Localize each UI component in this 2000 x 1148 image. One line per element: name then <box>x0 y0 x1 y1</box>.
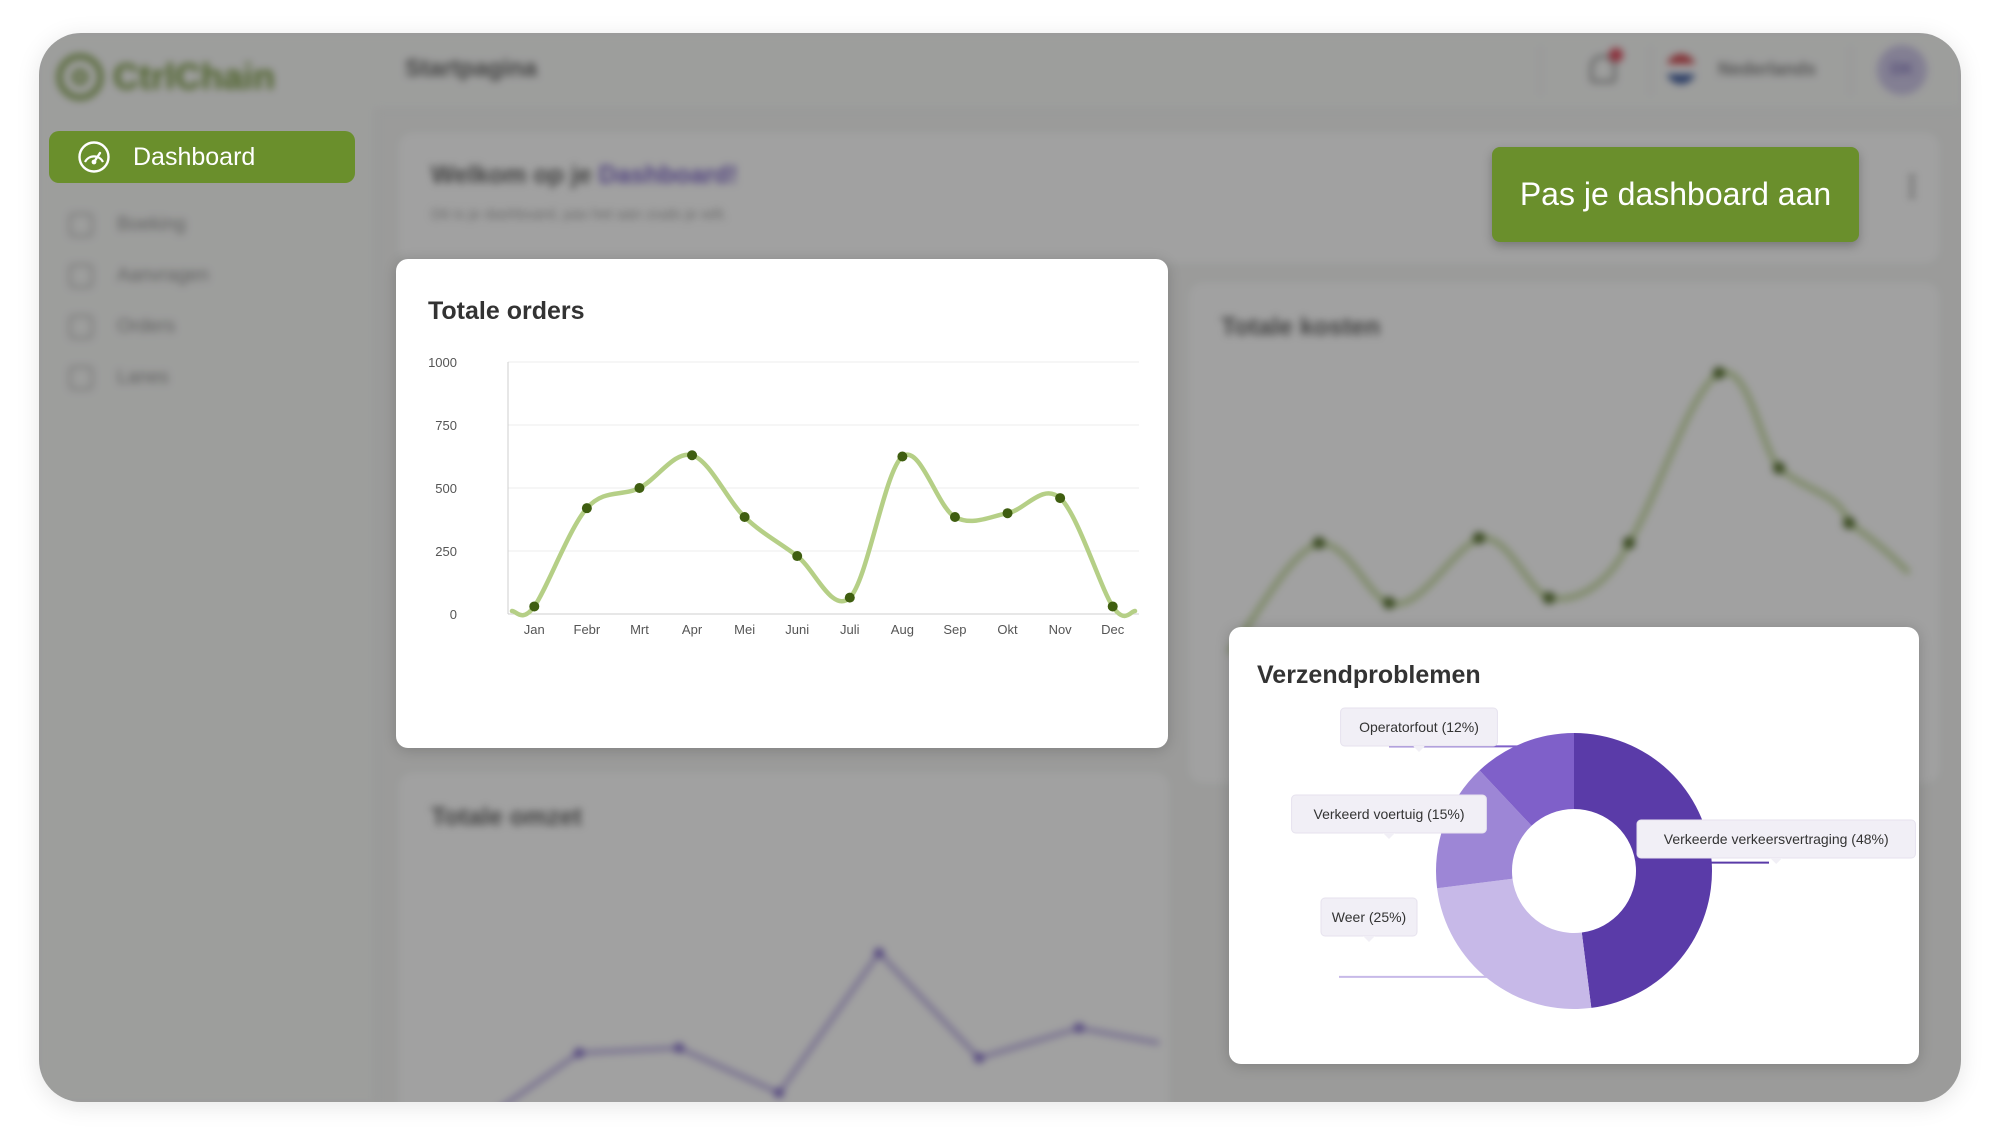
sidebar-item-label: Dashboard <box>133 142 256 171</box>
orders-card[interactable]: Totale orders 0 250 500 750 1000 Jan Febr Mrt Ap… <box>396 259 1168 748</box>
y-tick-label: 750 <box>435 418 457 433</box>
speedometer-icon <box>78 141 110 173</box>
slice-label: Verkeerde verkeersvertraging (48%) <box>1664 831 1889 847</box>
data-point <box>529 601 540 612</box>
data-point <box>897 451 908 462</box>
data-point <box>634 483 645 493</box>
donut-slice <box>1574 733 1713 1008</box>
data-point <box>844 592 855 603</box>
data-point <box>581 503 592 514</box>
y-tick-label: 0 <box>450 607 457 622</box>
x-tick-label: Juni <box>785 622 809 637</box>
shipping-problems-donut-chart: Verkeerde verkeersvertraging (48%) Weer (… <box>1291 707 1916 1009</box>
label-box-pointer <box>1383 833 1395 839</box>
data-point <box>792 551 803 562</box>
donut-slice <box>1437 878 1592 1009</box>
data-point <box>1002 508 1013 519</box>
customize-dashboard-button[interactable]: Pas je dashboard aan <box>1492 147 1859 242</box>
slice-label: Operatorfout (12%) <box>1359 719 1479 735</box>
data-point <box>1107 601 1118 612</box>
slice-label: Verkeerd voertuig (15%) <box>1314 806 1465 822</box>
y-tick-label: 500 <box>435 481 457 496</box>
x-tick-label: Sep <box>943 622 966 637</box>
label-box-pointer <box>1770 858 1783 864</box>
x-tick-label: Jan <box>524 622 545 637</box>
shipping-problems-card[interactable]: Verzendproblemen Verkeerde verkeersvertr… <box>1229 627 1919 1064</box>
x-tick-label: Apr <box>682 622 703 637</box>
x-tick-label: Mei <box>734 622 755 637</box>
x-tick-label: Nov <box>1049 622 1073 637</box>
slice-label: Weer (25%) <box>1332 909 1406 925</box>
data-point <box>687 450 698 461</box>
x-tick-label: Dec <box>1101 622 1125 637</box>
x-tick-label: Mrt <box>630 622 649 637</box>
x-tick-label: Febr <box>574 622 601 637</box>
x-tick-label: Aug <box>891 622 914 637</box>
data-point <box>739 511 750 522</box>
sidebar-item-dashboard[interactable]: Dashboard <box>49 131 355 183</box>
orders-line-chart: 0 250 500 750 1000 Jan Febr Mrt Apr Mei Juni Juli Au… <box>428 355 1139 637</box>
data-point <box>1055 493 1066 504</box>
label-box-pointer <box>1363 936 1375 942</box>
label-box-pointer <box>1413 746 1425 752</box>
app-window: CtrlChain Boeking Aanvragen Orders Lanes… <box>39 33 1961 1102</box>
y-tick-label: 250 <box>435 544 457 559</box>
orders-series-line <box>509 452 1138 619</box>
y-tick-label: 1000 <box>428 355 457 370</box>
x-tick-label: Juli <box>840 622 860 637</box>
x-tick-label: Okt <box>997 622 1018 637</box>
data-point <box>949 511 960 522</box>
